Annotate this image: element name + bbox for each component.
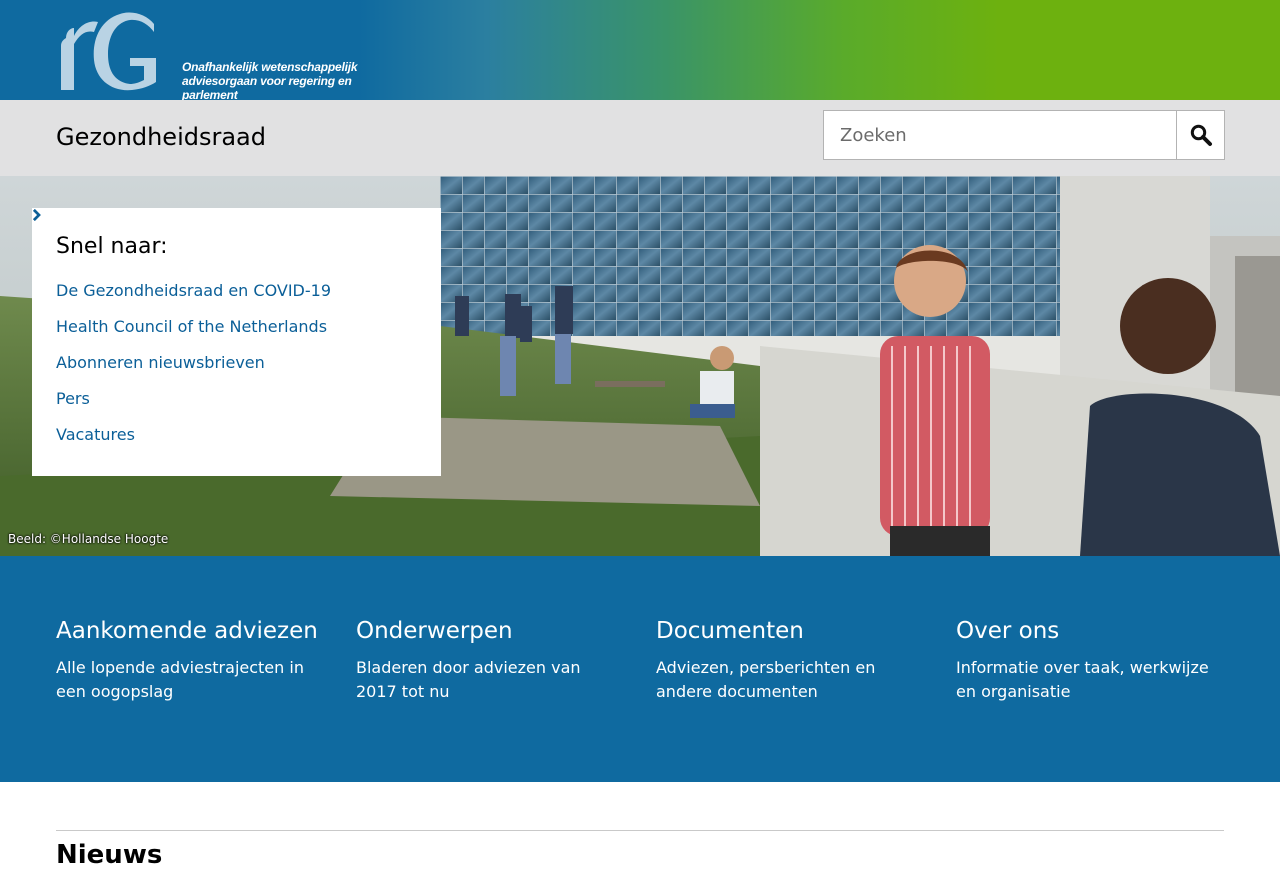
tile-description: Alle lopende adviestrajecten in een oogo… [56, 658, 304, 701]
quicklink-item: Pers [33, 209, 417, 425]
quicklink-item: Health Council of the Netherlands [33, 209, 417, 353]
search-button[interactable] [1176, 111, 1224, 159]
quicklink-label: Pers [56, 389, 90, 408]
quicklink-label: De Gezondheidsraad en COVID-19 [56, 281, 331, 300]
site-title[interactable]: Gezondheidsraad [56, 123, 266, 151]
tile-title: Aankomende adviezen [56, 618, 318, 644]
tile-over-ons[interactable]: Over ons Informatie over taak, werkwijze… [956, 618, 1226, 704]
quicklink-newsletters[interactable]: Abonneren nieuwsbrieven [33, 209, 265, 372]
quicklink-press[interactable]: Pers [33, 209, 90, 408]
tile-aankomende-adviezen[interactable]: Aankomende adviezen Alle lopende adviest… [56, 618, 326, 704]
quicklink-label: Health Council of the Netherlands [56, 317, 328, 336]
logo-tagline-line1: Onafhankelijk wetenschappelijk [182, 60, 358, 74]
logo-tagline: Onafhankelijk wetenschappelijk adviesorg… [182, 60, 402, 102]
quicklink-covid19[interactable]: De Gezondheidsraad en COVID-19 [33, 209, 331, 300]
navigation-tiles: Aankomende adviezen Alle lopende adviest… [0, 556, 1280, 782]
quicklink-label: Vacatures [56, 425, 135, 444]
quicklink-item: Abonneren nieuwsbrieven [33, 209, 417, 389]
chevron-right-icon [33, 209, 41, 221]
search-icon [1190, 124, 1212, 146]
quicklink-label: Abonneren nieuwsbrieven [56, 353, 265, 372]
photo-credit: Beeld: ©Hollandse Hoogte [8, 532, 169, 546]
quicklink-health-council[interactable]: Health Council of the Netherlands [33, 209, 328, 336]
tile-onderwerpen[interactable]: Onderwerpen Bladeren door adviezen van 2… [356, 618, 626, 704]
top-banner: Onafhankelijk wetenschappelijk adviesorg… [0, 0, 1280, 102]
news-divider [56, 830, 1224, 831]
tile-description: Informatie over taak, werkwijze en organ… [956, 658, 1209, 701]
tile-documenten[interactable]: Documenten Adviezen, persberichten en an… [656, 618, 926, 704]
rg-monogram-logo [61, 12, 156, 91]
quicklinks-list: De Gezondheidsraad en COVID-19 Health Co… [33, 209, 417, 461]
header-bar: Gezondheidsraad [0, 100, 1280, 176]
news-heading: Nieuws [56, 840, 163, 870]
search-form [823, 110, 1225, 160]
site-logo-link[interactable]: Onafhankelijk wetenschappelijk adviesorg… [56, 10, 396, 102]
tile-title: Over ons [956, 618, 1060, 644]
logo-tagline-line2: adviesorgaan voor regering en parlement [182, 74, 352, 102]
hero-section: Snel naar: De Gezondheidsraad en COVID-1… [0, 176, 1280, 556]
quicklink-item: Vacatures [33, 209, 417, 461]
tile-title: Onderwerpen [356, 618, 513, 644]
tile-description: Adviezen, persberichten en andere docume… [656, 658, 876, 701]
quicklink-vacancies[interactable]: Vacatures [33, 209, 135, 444]
search-input[interactable] [824, 111, 1177, 159]
tile-description: Bladeren door adviezen van 2017 tot nu [356, 658, 581, 701]
quicklinks-panel: Snel naar: De Gezondheidsraad en COVID-1… [32, 208, 441, 476]
tile-title: Documenten [656, 618, 804, 644]
quicklink-item: De Gezondheidsraad en COVID-19 [33, 209, 417, 317]
quicklinks-title: Snel naar: [56, 234, 168, 259]
